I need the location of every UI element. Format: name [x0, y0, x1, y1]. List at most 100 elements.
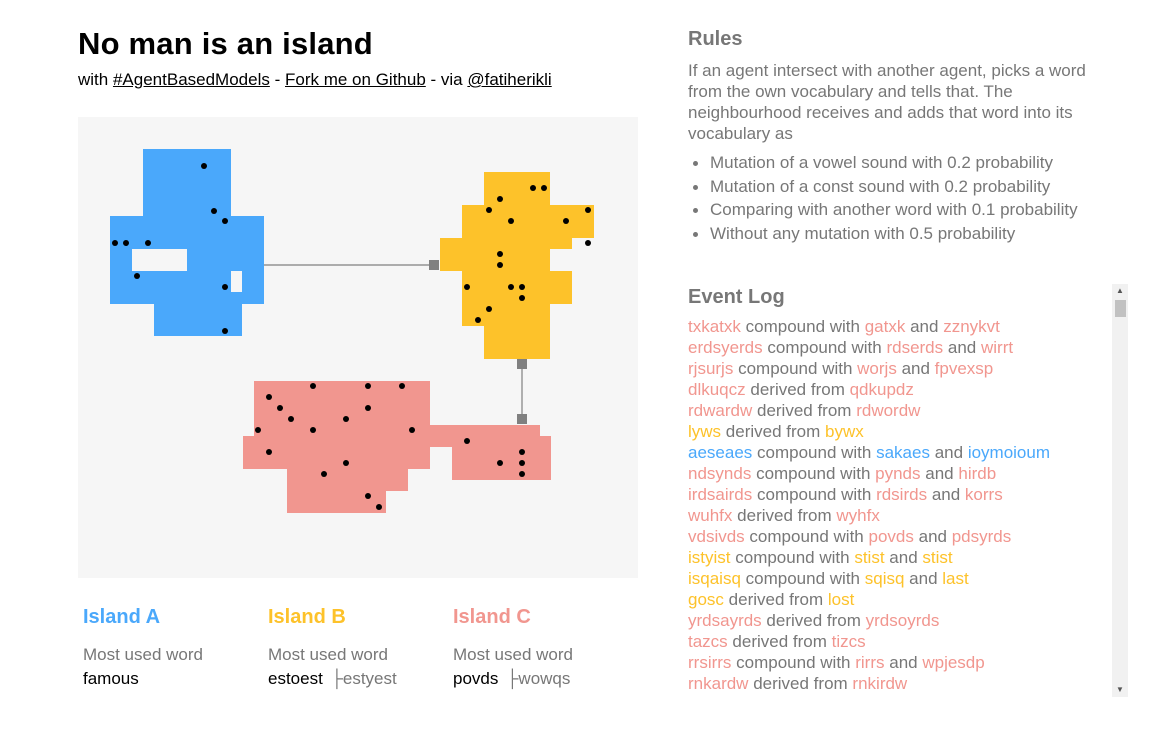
- author-link[interactable]: @fatiherikli: [467, 70, 551, 89]
- log-word: wuhfx: [688, 506, 733, 525]
- github-fork-link[interactable]: Fork me on Github: [285, 70, 426, 89]
- log-word: qdkupdz: [849, 380, 914, 399]
- event-log-scrollbar[interactable]: ▲ ▼: [1112, 284, 1128, 697]
- agent-dot: [519, 284, 525, 290]
- subtitle-via: - via: [430, 70, 463, 89]
- scroll-up-arrow-icon[interactable]: ▲: [1112, 284, 1128, 298]
- bridge-a-b: [253, 260, 439, 270]
- most-used-label: Most used word: [268, 645, 388, 664]
- island-tile: [110, 249, 132, 304]
- agent-dot: [464, 438, 470, 444]
- previous-word: estyest: [342, 669, 397, 688]
- island-a-panel: Island A Most used word famous: [83, 606, 263, 689]
- agent-dot: [365, 383, 371, 389]
- log-word: txkatxk: [688, 317, 741, 336]
- log-word: lyws: [688, 422, 722, 441]
- agent-dot: [585, 207, 591, 213]
- island-tile: [132, 271, 231, 304]
- log-verb: compound with: [735, 548, 850, 567]
- island-tile: [462, 271, 572, 304]
- agent-dot: [376, 504, 382, 510]
- island-tile: [462, 304, 550, 326]
- log-verb: compound with: [757, 443, 872, 462]
- most-used-word: famous: [83, 669, 263, 689]
- rules-list: Mutation of a vowel sound with 0.2 proba…: [693, 151, 1078, 245]
- log-entry: rrsirrs compound with rirrs and wpjesdp: [688, 652, 1108, 673]
- log-and: and: [947, 338, 977, 357]
- agent-dot: [508, 218, 514, 224]
- log-word: rdwordw: [856, 401, 921, 420]
- scroll-down-arrow-icon[interactable]: ▼: [1112, 683, 1128, 697]
- island-tile: [154, 304, 242, 336]
- scrollbar-thumb[interactable]: [1115, 300, 1126, 317]
- simulation-canvas[interactable]: [78, 117, 638, 578]
- agent-dot: [134, 273, 140, 279]
- log-and: and: [931, 485, 961, 504]
- tree-branch-icon: ├: [330, 669, 343, 688]
- log-entry: rjsurjs compound with worjs and fpvexsp: [688, 358, 1108, 379]
- agent-dot: [123, 240, 129, 246]
- log-word: rnkardw: [688, 674, 749, 693]
- current-word: povds: [453, 669, 499, 688]
- log-entry: vdsivds compound with povds and pdsyrds: [688, 526, 1108, 547]
- island-tile: [187, 249, 231, 271]
- log-word: tazcs: [688, 632, 728, 651]
- agent-dot: [277, 405, 283, 411]
- previous-word: wowqs: [518, 669, 571, 688]
- log-word: erdsyerds: [688, 338, 763, 357]
- island-b-panel: Island B Most used word estoest ├estyest: [268, 606, 448, 689]
- log-entry: isqaisq compound with sqisq and last: [688, 568, 1108, 589]
- island-c-title: Island C: [453, 606, 531, 628]
- log-entry: yrdsayrds derived from yrdsoyrds: [688, 610, 1108, 631]
- agent-dot: [112, 240, 118, 246]
- agent-dot: [365, 493, 371, 499]
- log-and: and: [925, 464, 954, 483]
- event-log[interactable]: txkatxk compound with gatxk and zznykvt e…: [688, 316, 1108, 696]
- agent-dot: [310, 427, 316, 433]
- log-and: and: [910, 317, 939, 336]
- subtitle-separator: -: [274, 70, 281, 89]
- log-word: rirrs: [855, 653, 885, 672]
- page-title: No man is an island: [78, 26, 373, 61]
- log-word: stist: [922, 548, 953, 567]
- log-word: rdwardw: [688, 401, 753, 420]
- island-tile: [462, 205, 594, 238]
- log-word: povds: [868, 527, 914, 546]
- agent-dot: [519, 471, 525, 477]
- log-verb: compound with: [756, 485, 872, 504]
- agent-dot: [475, 317, 481, 323]
- island-c-panel: Island C Most used word povds ├wowqs: [453, 606, 633, 689]
- log-word: wirrt: [980, 338, 1014, 357]
- subtitle-with: with: [78, 70, 109, 89]
- log-verb: derived from: [725, 422, 821, 441]
- agent-dot: [497, 251, 503, 257]
- agent-dot: [266, 449, 272, 455]
- log-entry: ndsynds compound with pynds and hirdb: [688, 463, 1108, 484]
- agent-dot: [145, 240, 151, 246]
- log-word: wyhfx: [836, 506, 880, 525]
- log-word: ndsynds: [688, 464, 752, 483]
- agent-dot: [399, 383, 405, 389]
- most-used-label: Most used word: [83, 645, 203, 664]
- agent-dot: [497, 196, 503, 202]
- log-word: korrs: [964, 485, 1003, 504]
- log-entry: lyws derived from bywx: [688, 421, 1108, 442]
- rules-description: If an agent intersect with another agent…: [688, 61, 1086, 143]
- hashtag-link[interactable]: #AgentBasedModels: [113, 70, 270, 89]
- log-verb: compound with: [756, 464, 871, 483]
- log-verb: derived from: [728, 590, 824, 609]
- agent-dot: [365, 405, 371, 411]
- log-word: stist: [854, 548, 885, 567]
- log-entry: aeseaes compound with sakaes and ioymoio…: [688, 442, 1108, 463]
- log-word: gatxk: [864, 317, 906, 336]
- agent-dot: [530, 185, 536, 191]
- island-b-shape: [440, 172, 594, 359]
- island-tile: [550, 238, 572, 249]
- agent-dot: [508, 284, 514, 290]
- log-verb: compound with: [738, 359, 853, 378]
- log-word: dlkuqcz: [688, 380, 746, 399]
- log-entry: txkatxk compound with gatxk and zznykvt: [688, 316, 1108, 337]
- current-word: famous: [83, 669, 139, 688]
- log-word: sqisq: [864, 569, 905, 588]
- log-word: rdsirds: [876, 485, 928, 504]
